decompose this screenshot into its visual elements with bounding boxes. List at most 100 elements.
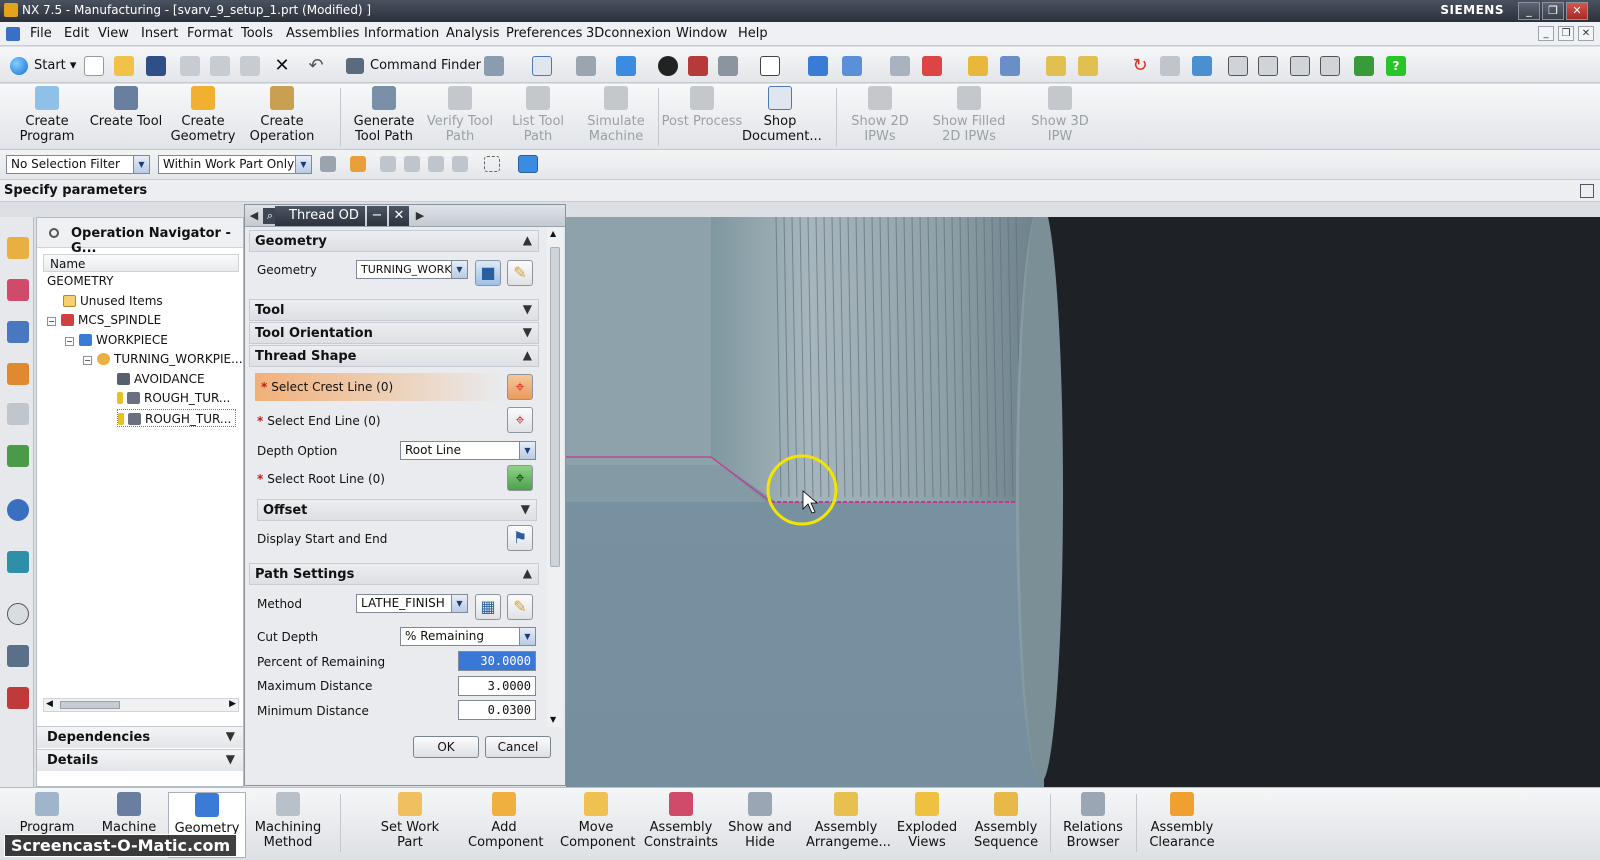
selection-filter-dropdown[interactable]: No Selection Filter ▼ [6, 155, 150, 174]
show-2d-ipws-button[interactable]: Show 2D IPWs [846, 86, 914, 144]
tree-node-turning-workpiece[interactable]: − TURNING_WORKPIE... [83, 350, 243, 368]
nx-menu-icon[interactable] [6, 27, 20, 41]
cancel-button[interactable]: Cancel [485, 736, 551, 758]
tree-node-rough-turn-2[interactable]: ROUGH_TUR... [117, 409, 237, 427]
flashlight-icon[interactable]: ⚑ [507, 525, 533, 551]
view-layout-icon[interactable] [1192, 56, 1212, 76]
command-finder-button[interactable]: Command Finder [346, 55, 481, 77]
tree-node-mcs-spindle[interactable]: − MCS_SPINDLE [47, 311, 161, 329]
scroll-thumb[interactable] [550, 247, 560, 567]
create-geometry-button[interactable]: Create Geometry [168, 86, 238, 144]
forward-arrow-icon[interactable]: ▶ [413, 208, 427, 224]
assembly-arrangements-button[interactable]: Assembly Arrangeme... [806, 792, 891, 850]
cut-icon[interactable] [180, 56, 200, 76]
doc-close-button[interactable]: ✕ [1578, 26, 1594, 41]
paste-icon[interactable] [240, 56, 260, 76]
snap-point-icon[interactable] [922, 56, 942, 76]
move-object-icon[interactable] [842, 56, 862, 76]
operation-navigator-icon[interactable] [7, 363, 29, 385]
relations-browser-button[interactable]: Relations Browser [1058, 792, 1128, 850]
machine-tool-navigator-icon[interactable] [7, 403, 29, 425]
tree-node-workpiece[interactable]: − WORKPIECE [65, 331, 168, 349]
shaded-cube-icon[interactable] [616, 56, 636, 76]
tree-node-unused-items[interactable]: Unused Items [63, 292, 163, 310]
menu-assemblies[interactable]: Assemblies [286, 26, 359, 41]
background-icon[interactable] [760, 56, 780, 76]
web-browser-icon[interactable] [7, 551, 29, 573]
hd3d-tools-icon[interactable] [7, 499, 29, 521]
datum-icon[interactable] [1320, 56, 1340, 76]
move-component-button[interactable]: Move Component [560, 792, 635, 850]
verify-tool-path-button[interactable]: Verify Tool Path [422, 86, 498, 144]
crest-line-crosshair-icon[interactable]: ⌖ [507, 374, 533, 400]
open-folder-icon[interactable] [114, 56, 134, 76]
feature-icon[interactable] [1258, 56, 1278, 76]
doc-minimize-button[interactable]: _ [1538, 26, 1554, 41]
save-icon[interactable] [146, 56, 166, 76]
post-process-button[interactable]: Post Process [660, 86, 744, 129]
edit-method-wrench-icon[interactable]: ✎ [507, 594, 533, 620]
history-icon[interactable] [7, 603, 29, 625]
graphics-window[interactable] [566, 217, 1600, 787]
menu-file[interactable]: File [30, 26, 52, 41]
section-view-icon[interactable] [688, 56, 708, 76]
type-filter-icon[interactable] [320, 156, 336, 172]
collapse-toggle[interactable]: − [65, 337, 74, 346]
scroll-up-icon[interactable]: ▲ [550, 229, 556, 238]
new-method-button[interactable]: ▦ [475, 594, 501, 620]
new-file-icon[interactable] [84, 56, 104, 76]
menu-edit[interactable]: Edit [64, 26, 89, 41]
tool-orientation-section-header[interactable]: Tool Orientation ▼ [249, 322, 539, 344]
details-panel[interactable]: Details ▼ [37, 749, 243, 771]
render-style-icon[interactable] [658, 56, 678, 76]
shop-document-button[interactable]: Shop Document... [742, 86, 822, 144]
delete-icon[interactable]: ✕ [272, 56, 292, 76]
minimize-button[interactable]: _ [1518, 2, 1540, 20]
create-tool-button[interactable]: Create Tool [86, 86, 166, 129]
collapse-toggle[interactable]: − [47, 317, 56, 326]
percent-remaining-input[interactable]: 30.0000 [458, 651, 536, 671]
new-geometry-button[interactable]: ■ [475, 260, 501, 286]
end-line-crosshair-icon[interactable]: ⌖ [507, 407, 533, 433]
edit-geometry-wrench-icon[interactable]: ✎ [507, 260, 533, 286]
list-tool-path-button[interactable]: List Tool Path [502, 86, 574, 144]
cut-depth-dropdown[interactable]: % Remaining ▼ [400, 627, 536, 646]
help-icon[interactable]: ? [1386, 56, 1406, 76]
tool-section-header[interactable]: Tool ▼ [249, 299, 539, 321]
name-column-header[interactable]: Name [43, 254, 239, 272]
selection-cube-icon[interactable] [518, 155, 538, 173]
snap-center-icon[interactable] [428, 156, 444, 172]
undo-icon[interactable]: ↶ [306, 56, 326, 76]
menu-information[interactable]: Information [364, 26, 439, 41]
constraint-navigator-icon[interactable] [7, 279, 29, 301]
fit-view-icon[interactable] [532, 56, 552, 76]
menu-3dconnexion[interactable]: 3Dconnexion [586, 26, 671, 41]
max-distance-input[interactable]: 3.0000 [458, 676, 536, 696]
scroll-thumb[interactable] [60, 701, 120, 709]
menu-format[interactable]: Format [187, 26, 233, 41]
dialog-close-button[interactable]: ✕ [389, 206, 409, 226]
navigator-horizontal-scrollbar[interactable]: ◀ ▶ [43, 698, 239, 712]
root-line-crosshair-icon[interactable]: ⌖ [507, 465, 533, 491]
generate-tool-path-button[interactable]: Generate Tool Path [346, 86, 422, 144]
tree-node-avoidance[interactable]: AVOIDANCE [117, 370, 205, 388]
set-work-part-button[interactable]: Set Work Part [378, 792, 442, 850]
offset-section-header[interactable]: Offset ▼ [257, 499, 537, 521]
rectangle-select-icon[interactable] [484, 156, 500, 172]
assembly-clearance-button[interactable]: Assembly Clearance [1146, 792, 1218, 850]
tree-node-geometry[interactable]: GEOMETRY [47, 272, 114, 290]
depth-option-dropdown[interactable]: Root Line ▼ [400, 441, 536, 460]
snap-point-icon[interactable] [350, 156, 366, 172]
machining-method-view-button[interactable]: Machining Method [250, 792, 326, 850]
scroll-down-icon[interactable]: ▼ [550, 715, 556, 724]
program-view-button[interactable]: Program [8, 792, 86, 835]
select-crest-line-row[interactable]: * Select Crest Line (0) [255, 373, 505, 401]
pin-icon[interactable] [49, 228, 59, 238]
tree-node-rough-turn-1[interactable]: ROUGH_TUR... [117, 389, 230, 407]
menu-insert[interactable]: Insert [141, 26, 178, 41]
menu-help[interactable]: Help [738, 26, 768, 41]
geometry-section-header[interactable]: Geometry ▲ [249, 230, 539, 252]
dialog-minimize-button[interactable]: − [367, 206, 387, 226]
thread-shape-section-header[interactable]: Thread Shape ▲ [249, 345, 539, 367]
clear-icon[interactable] [1160, 56, 1180, 76]
